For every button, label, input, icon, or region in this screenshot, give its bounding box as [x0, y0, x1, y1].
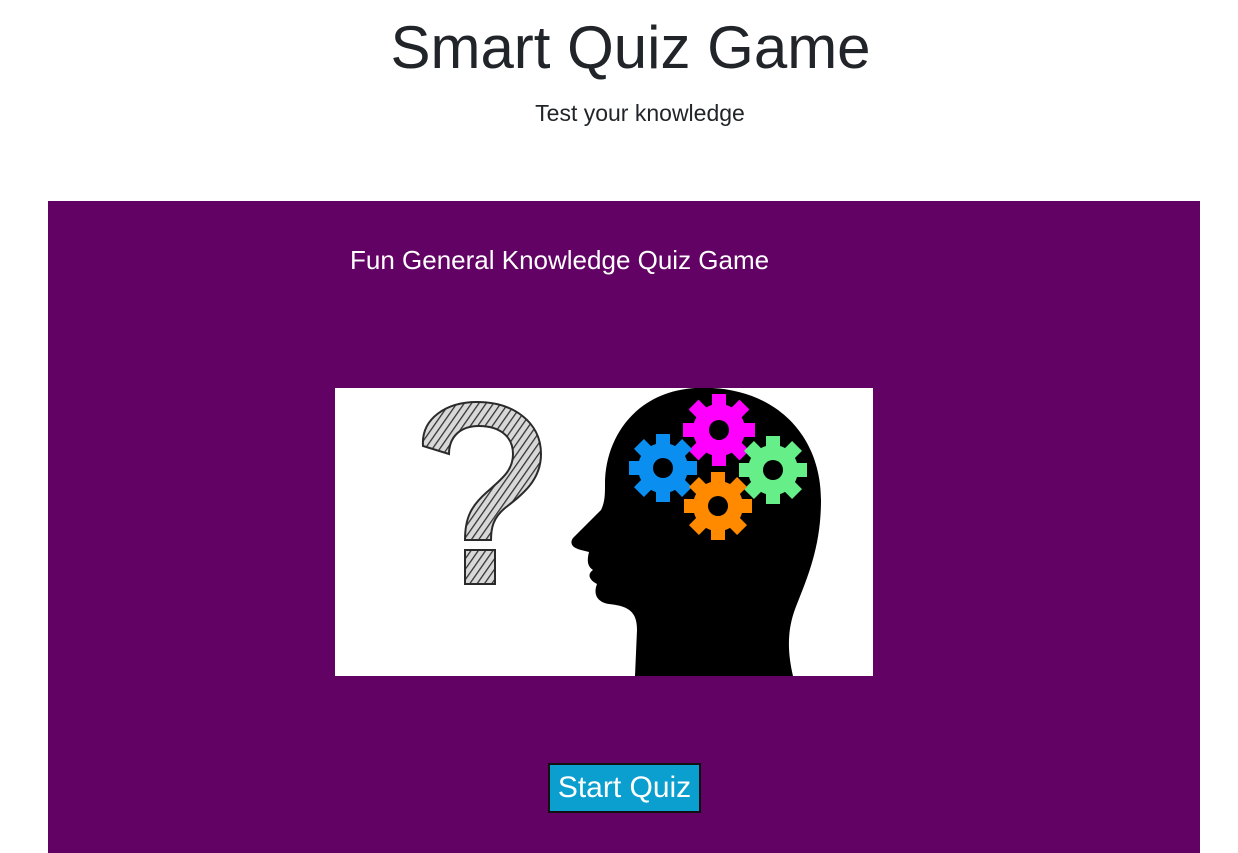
start-quiz-button[interactable]: Start Quiz	[548, 763, 701, 813]
panel-heading: Fun General Knowledge Quiz Game	[350, 245, 770, 275]
question-mark-icon	[421, 400, 543, 585]
gear-orange-icon	[684, 472, 752, 540]
quiz-illustration	[335, 388, 873, 676]
gear-magenta-icon	[683, 394, 755, 466]
gear-blue-icon	[629, 434, 697, 502]
page-title: Smart Quiz Game	[390, 14, 871, 81]
question-mark-and-head-with-gears-icon	[421, 388, 821, 676]
gear-green-icon	[739, 436, 807, 504]
page-subtitle: Test your knowledge	[535, 100, 745, 126]
quiz-start-page: Smart Quiz Game Test your knowledge Fun …	[0, 0, 1238, 853]
quiz-panel: Fun General Knowledge Quiz Game Start Qu…	[48, 201, 1200, 853]
